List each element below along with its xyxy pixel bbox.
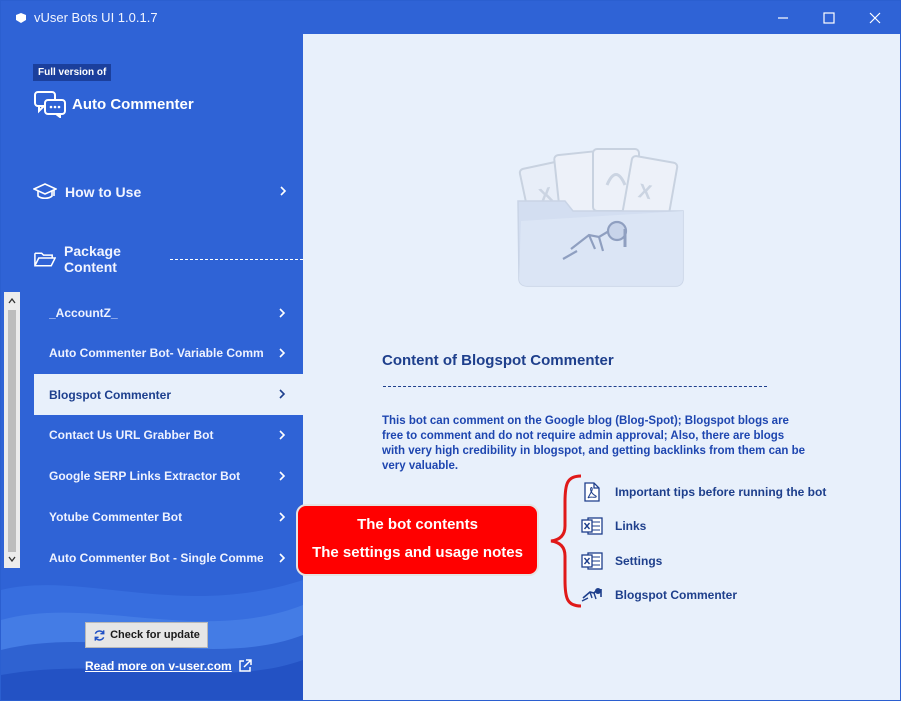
chat-bubbles-icon bbox=[34, 91, 66, 118]
list-item-variable-comment[interactable]: Auto Commenter Bot- Variable Comment Ver… bbox=[34, 333, 303, 373]
title-divider bbox=[383, 386, 767, 387]
chevron-right-icon bbox=[279, 430, 286, 440]
chevron-down-icon bbox=[8, 556, 16, 562]
file-item-label: Blogspot Commenter bbox=[615, 588, 738, 602]
app-icon bbox=[16, 13, 26, 23]
chevron-right-icon bbox=[279, 471, 286, 481]
window-title: vUser Bots UI 1.0.1.7 bbox=[34, 10, 158, 25]
brand-name: Auto Commenter bbox=[72, 95, 194, 113]
nav-how-to-use[interactable]: How to Use bbox=[33, 177, 303, 207]
chevron-right-icon bbox=[279, 512, 286, 522]
nav-package-content-label: Package Content bbox=[64, 243, 121, 275]
chevron-up-icon bbox=[8, 298, 16, 304]
main-panel: X X Content of Blogspot Commenter This b… bbox=[303, 34, 900, 700]
list-item-label: Google SERP Links Extractor Bot bbox=[49, 469, 241, 483]
chevron-right-icon bbox=[280, 186, 287, 196]
callout-line-1: The bot contents bbox=[357, 516, 478, 533]
chevron-right-icon bbox=[279, 553, 286, 563]
version-badge: Full version of bbox=[33, 64, 112, 81]
maximize-button[interactable] bbox=[806, 1, 852, 34]
read-more-link[interactable]: Read more on v-user.com bbox=[85, 658, 253, 673]
file-item-label: Settings bbox=[615, 554, 663, 568]
list-item-single-comment[interactable]: Auto Commenter Bot - Single Comment bbox=[34, 538, 303, 578]
file-item-label: Important tips before running the bot bbox=[615, 485, 827, 499]
pdf-icon bbox=[581, 482, 603, 502]
nav-package-content[interactable]: Package Content bbox=[33, 243, 173, 275]
list-item-label: Yotube Commenter Bot bbox=[49, 510, 183, 524]
title-bar[interactable]: vUser Bots UI 1.0.1.7 bbox=[1, 1, 900, 34]
file-item-settings[interactable]: Settings bbox=[581, 550, 662, 572]
file-item-tips[interactable]: Important tips before running the bot bbox=[581, 481, 826, 503]
scroll-thumb[interactable] bbox=[8, 310, 16, 552]
sidebar-scrollbar[interactable] bbox=[4, 292, 20, 568]
minimize-button[interactable] bbox=[760, 1, 806, 34]
check-update-label: Check for update bbox=[110, 629, 200, 641]
excel-icon bbox=[581, 551, 603, 571]
file-item-links[interactable]: Links bbox=[581, 515, 646, 537]
list-item-label: Contact Us URL Grabber Bot bbox=[49, 428, 214, 442]
app-window: vUser Bots UI 1.0.1.7 Full version of Au… bbox=[0, 0, 901, 701]
read-more-label: Read more on v-user.com bbox=[85, 658, 232, 673]
list-item-label: Auto Commenter Bot- Variable Comment Ver… bbox=[49, 346, 263, 360]
external-link-icon bbox=[238, 659, 252, 672]
scroll-down-button[interactable] bbox=[6, 552, 18, 566]
maximize-icon bbox=[823, 11, 835, 24]
list-item-label: Auto Commenter Bot - Single Comment bbox=[49, 551, 263, 565]
callout-line-2: The settings and usage notes bbox=[312, 544, 523, 561]
list-item-label: Blogspot Commenter bbox=[49, 387, 172, 402]
list-item-accountz[interactable]: _AccountZ_ bbox=[34, 293, 303, 333]
brand: Auto Commenter bbox=[33, 89, 194, 119]
close-button[interactable] bbox=[852, 1, 898, 34]
excel-icon bbox=[581, 516, 603, 536]
scroll-up-button[interactable] bbox=[6, 294, 18, 308]
chevron-right-icon bbox=[279, 348, 286, 358]
chevron-right-icon bbox=[279, 389, 286, 399]
bot-icon bbox=[581, 585, 603, 605]
list-item-serp-extractor[interactable]: Google SERP Links Extractor Bot bbox=[34, 456, 303, 496]
list-item-blogspot-commenter[interactable]: Blogspot Commenter bbox=[34, 374, 303, 415]
file-item-label: Links bbox=[615, 519, 647, 533]
content-title: Content of Blogspot Commenter bbox=[382, 352, 614, 369]
minimize-icon bbox=[778, 16, 788, 19]
callout-annotation: The bot contents The settings and usage … bbox=[296, 504, 539, 576]
section-divider bbox=[170, 259, 303, 260]
nav-how-to-use-label: How to Use bbox=[65, 184, 142, 200]
close-icon bbox=[869, 12, 881, 23]
file-item-blogspot-bot[interactable]: Blogspot Commenter bbox=[581, 584, 737, 606]
content-description: This bot can comment on the Google blog … bbox=[382, 415, 806, 472]
graduation-cap-icon bbox=[33, 183, 57, 200]
sidebar: Full version of Auto Commenter How to Us… bbox=[1, 34, 303, 700]
chevron-right-icon bbox=[279, 308, 286, 318]
check-update-button[interactable]: Check for update bbox=[85, 622, 208, 648]
refresh-icon bbox=[94, 629, 105, 641]
list-item-label: _AccountZ_ bbox=[49, 306, 118, 320]
folder-open-icon bbox=[34, 252, 57, 267]
folder-documents-icon: X X bbox=[517, 148, 684, 287]
list-item-youtube-commenter[interactable]: Yotube Commenter Bot bbox=[34, 497, 303, 537]
list-item-contact-grabber[interactable]: Contact Us URL Grabber Bot bbox=[34, 415, 303, 455]
